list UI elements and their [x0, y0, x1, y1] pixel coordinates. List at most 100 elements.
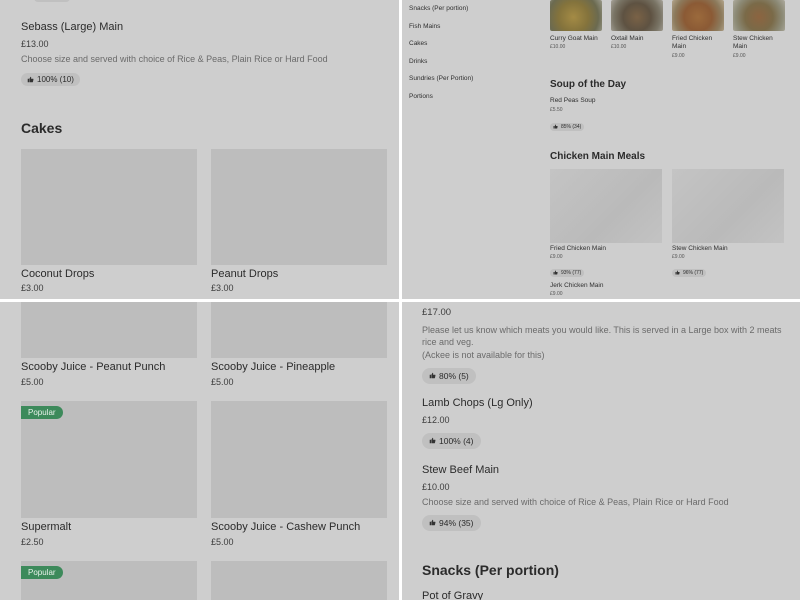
menu-card-next-left[interactable]: Popular	[21, 561, 197, 600]
thumbs-up-icon	[27, 76, 34, 83]
rating-pill: 96% (77)	[672, 268, 707, 277]
pane-bottom-left: Scooby Juice - Peanut Punch £5.00 Scooby…	[0, 302, 400, 600]
menu-card-peanut-drops[interactable]: Peanut Drops £3.00	[211, 149, 387, 293]
card-price: £9.00	[672, 254, 685, 260]
item-image	[211, 149, 387, 265]
card-price: £5.00	[21, 377, 44, 387]
menu-item-pot-of-gravy[interactable]: Pot of Gravy	[422, 590, 483, 600]
item-price: £12.00	[422, 415, 450, 425]
item-image	[672, 0, 724, 31]
section-title-cakes: Cakes	[21, 120, 63, 136]
item-price: £13.00	[21, 39, 49, 49]
menu-card-oxtail[interactable]: Oxtail Main £10.00	[611, 0, 663, 50]
popular-badge: Popular	[21, 406, 63, 419]
menu-card-curry-goat[interactable]: Curry Goat Main £10.00	[550, 0, 602, 50]
rating-pill: 100% (4)	[422, 432, 481, 449]
item-description: Choose size and served with choice of Ri…	[422, 497, 729, 507]
menu-card-cashew-punch[interactable]: Scooby Juice - Cashew Punch £5.00	[211, 401, 387, 547]
item-image	[211, 561, 387, 600]
card-price: £3.00	[211, 283, 234, 293]
item-image	[211, 302, 387, 358]
pane-top-right: Snacks (Per portion) Fish Mains Cakes Dr…	[402, 0, 800, 300]
nav-item-drinks[interactable]: Drinks	[409, 58, 427, 65]
pane-bottom-right: £17.00 Please let us know which meats yo…	[402, 302, 800, 600]
section-title-snacks: Snacks (Per portion)	[422, 562, 559, 578]
item-image	[672, 169, 784, 243]
card-name: Scooby Juice - Cashew Punch	[211, 521, 361, 533]
menu-card-supermalt[interactable]: Popular Supermalt £2.50	[21, 401, 197, 547]
card-price: £9.00	[672, 53, 685, 59]
popular-badge: Popular	[21, 566, 63, 579]
card-name: Fried Chicken Main	[672, 35, 713, 50]
item-image	[211, 401, 387, 518]
rating-text: 96% (77)	[683, 269, 704, 276]
item-image: Popular	[21, 401, 197, 518]
section-title-chicken: Chicken Main Meals	[550, 151, 646, 162]
menu-item-lamb-chops[interactable]: Lamb Chops (Lg Only) £12.00 100% (4)	[422, 397, 782, 449]
nav-item-fish-mains[interactable]: Fish Mains	[409, 23, 440, 30]
item-image: Popular	[21, 561, 197, 600]
menu-card-peanut-punch[interactable]: Scooby Juice - Peanut Punch £5.00	[21, 302, 197, 387]
thumbs-up-icon	[429, 519, 436, 526]
menu-card-stew-chicken[interactable]: Stew Chicken Main £9.00 96% (77)	[672, 169, 784, 280]
nav-item-snacks[interactable]: Snacks (Per portion)	[409, 5, 468, 12]
menu-card-pineapple[interactable]: Scooby Juice - Pineapple £5.00	[211, 302, 387, 387]
rating-pill: 94% (35)	[422, 514, 481, 531]
rating-text: 100% (4)	[439, 435, 474, 446]
item-name: Lamb Chops (Lg Only)	[422, 397, 533, 409]
rating-text: 94% (35)	[439, 517, 474, 528]
item-image	[550, 169, 662, 243]
menu-item-mixed-box[interactable]: £17.00 Please let us know which meats yo…	[422, 307, 782, 384]
menu-item-jerk-chicken[interactable]: Jerk Chicken Main £9.00	[550, 282, 603, 297]
nav-item-cakes[interactable]: Cakes	[409, 40, 427, 47]
thumbs-up-icon	[675, 270, 680, 275]
menu-card-fried-chicken[interactable]: Fried Chicken Main £9.00 93% (77)	[550, 169, 662, 280]
menu-item-stew-beef[interactable]: Stew Beef Main £10.00 Choose size and se…	[422, 464, 782, 531]
rating-pill: 85% (34)	[550, 122, 585, 131]
thumbs-up-icon	[553, 270, 558, 275]
card-name: Oxtail Main	[611, 35, 644, 42]
item-price: £17.00	[422, 307, 452, 318]
card-name: Stew Chicken Main	[733, 35, 773, 50]
item-price: £10.00	[422, 482, 450, 492]
card-name: Coconut Drops	[21, 268, 95, 280]
pane-top-left: Sebass (Large) Main £13.00 Choose size a…	[0, 0, 400, 300]
item-description: Choose size and served with choice of Ri…	[21, 54, 328, 64]
card-name: Curry Goat Main	[550, 35, 598, 42]
item-image	[21, 302, 197, 358]
menu-card-next-right[interactable]	[211, 561, 387, 600]
menu-card-coconut-drops[interactable]: Coconut Drops £3.00	[21, 149, 197, 293]
nav-item-portions[interactable]: Portions	[409, 93, 433, 100]
item-image	[21, 149, 197, 265]
menu-card-fried-chicken-top[interactable]: Fried Chicken Main £9.00	[672, 0, 724, 59]
item-image	[733, 0, 785, 31]
rating-text: 80% (5)	[439, 370, 469, 381]
card-price: £5.00	[211, 537, 234, 547]
item-description: Please let us know which meats you would…	[422, 325, 782, 347]
rating-text: 85% (34)	[561, 123, 582, 130]
thumbs-up-icon	[429, 372, 436, 379]
rating-pill: 93% (77)	[550, 268, 585, 277]
section-title-soup: Soup of the Day	[550, 79, 627, 90]
item-price: £5.50	[550, 107, 563, 113]
card-price: £10.00	[550, 44, 566, 50]
card-name: Stew Chicken Main	[672, 245, 728, 252]
menu-card-stew-chicken-top[interactable]: Stew Chicken Main £9.00	[733, 0, 785, 59]
card-price: £10.00	[611, 44, 627, 50]
card-price: £2.50	[21, 537, 44, 547]
card-price: £3.00	[21, 283, 44, 293]
thumbs-up-icon	[553, 124, 558, 129]
split-divider-horizontal	[0, 299, 800, 302]
menu-item-sebass[interactable]: Sebass (Large) Main £13.00 Choose size a…	[21, 21, 361, 88]
card-price: £9.00	[733, 53, 746, 59]
rating-pill: 80% (5)	[422, 367, 476, 384]
rating-pill: 100% (10)	[21, 73, 80, 86]
menu-item-red-peas-soup[interactable]: Red Peas Soup £5.50 85% (34)	[550, 97, 596, 134]
card-price: £5.00	[211, 377, 234, 387]
card-price: £9.00	[550, 254, 563, 260]
nav-item-sundries[interactable]: Sundries (Per Portion)	[409, 75, 473, 82]
card-name: Supermalt	[21, 521, 72, 533]
item-image	[611, 0, 663, 31]
card-name: Peanut Drops	[211, 268, 279, 280]
item-name: Stew Beef Main	[422, 464, 500, 476]
